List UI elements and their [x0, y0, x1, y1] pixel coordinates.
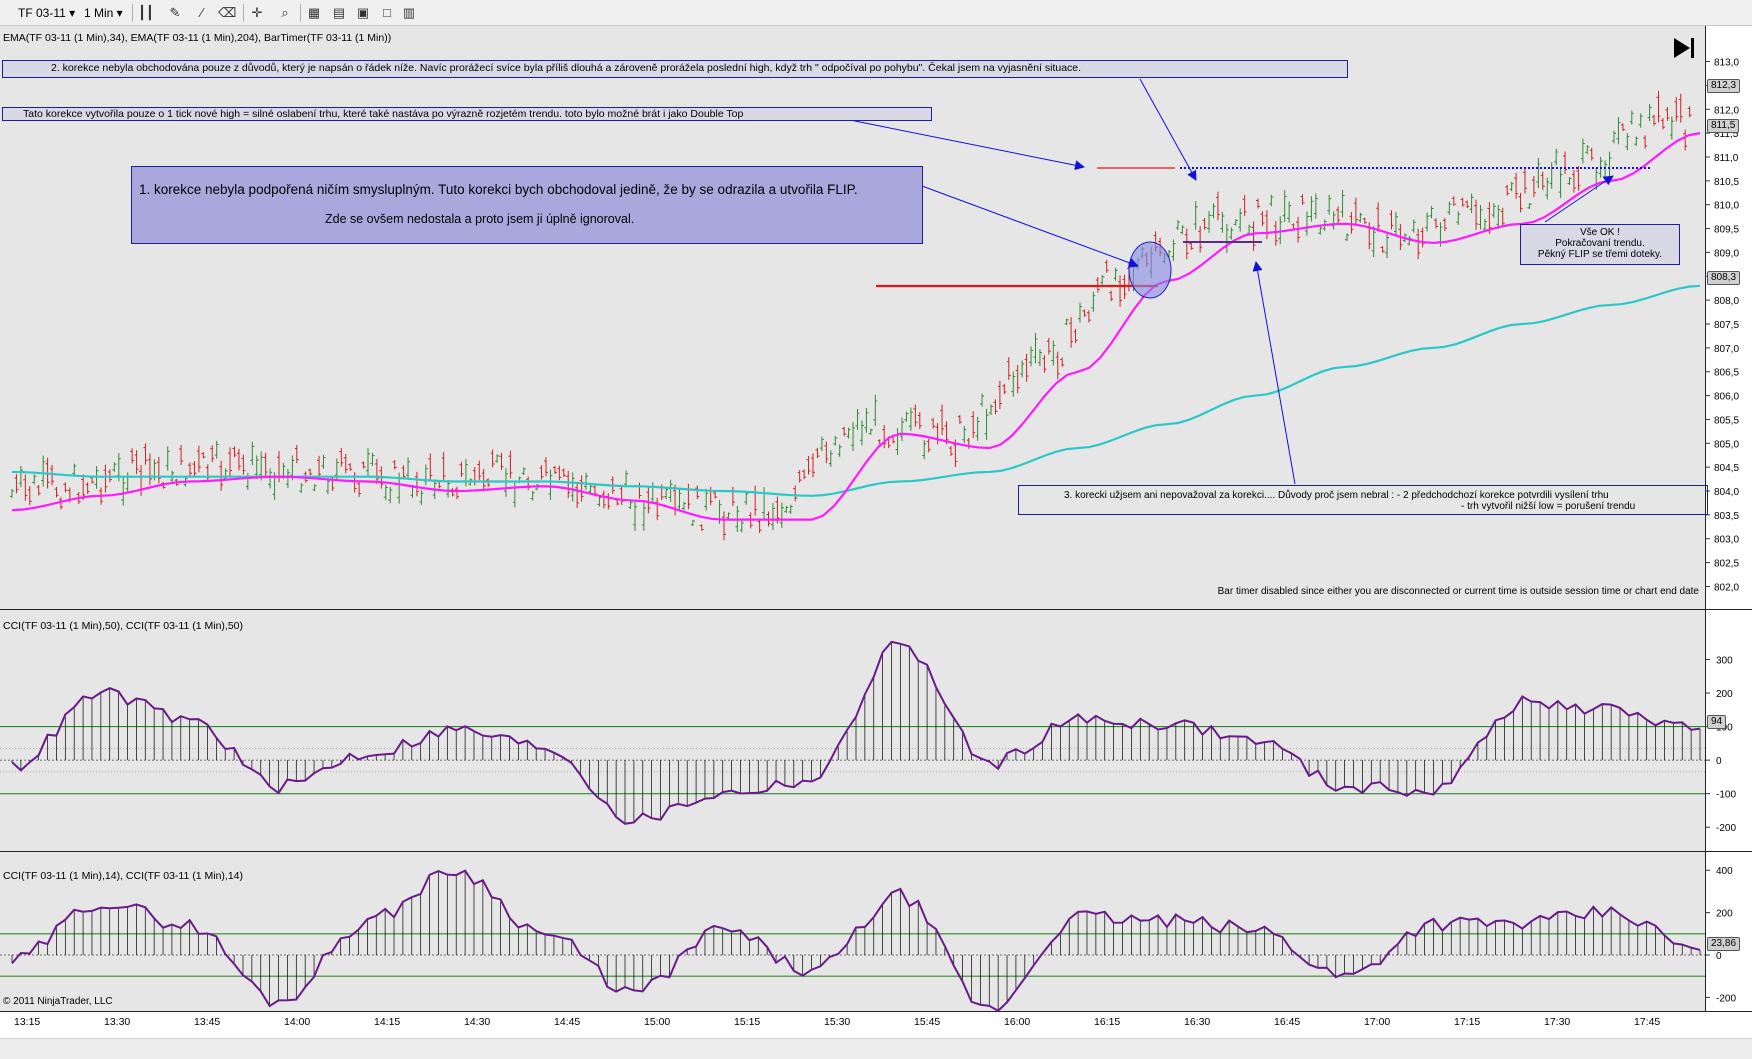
price-tick-label: 809,5 [1714, 225, 1739, 236]
time-tick: 14:30 [464, 1016, 491, 1028]
time-tick: 17:00 [1364, 1016, 1391, 1028]
price-tick-label: 811,0 [1714, 153, 1739, 164]
annotation-correction-1[interactable]: 1. korekce nebyla podpořená ničím smyslu… [131, 166, 923, 244]
properties-icon[interactable]: ▥ [400, 4, 418, 22]
price-indicator-label: EMA(TF 03-11 (1 Min),34), EMA(TF 03-11 (… [3, 32, 392, 44]
annotation-correction-2[interactable]: 2. korekce nebyla obchodována pouze z dů… [2, 60, 1348, 78]
chart-area[interactable]: 813,0812,5812,0811,5811,0810,5810,0809,5… [0, 26, 1752, 1038]
annotation-flip-line3: Pěkný FLIP se třemi doteky. [1537, 249, 1663, 260]
annotation-correction-1-line2: Zde se ovšem nedostala a proto jsem ji ú… [325, 212, 635, 226]
price-tick-label: 805,0 [1714, 439, 1739, 450]
horizontal-scrollbar[interactable] [0, 1038, 1752, 1059]
indicators-icon[interactable]: ▦ [305, 4, 323, 22]
ema204-price-badge: 808,3 [1707, 271, 1741, 285]
price-tick-label: 808,0 [1714, 296, 1739, 307]
cci14-label: CCI(TF 03-11 (1 Min),14), CCI(TF 03-11 (… [3, 870, 243, 882]
time-tick: 14:45 [554, 1016, 581, 1028]
price-tick-label: 813,0 [1714, 58, 1739, 69]
price-tick-label: 812,0 [1714, 105, 1739, 116]
price-tick-label: 804,0 [1714, 487, 1739, 498]
bar-type-icon[interactable]: ┃┃ [137, 4, 155, 22]
time-tick: 14:15 [374, 1016, 401, 1028]
price-tick-label: 806,0 [1714, 392, 1739, 403]
toolbar-divider [132, 4, 133, 22]
cci-tick-label: -200 [1716, 823, 1736, 834]
time-tick: 13:45 [194, 1016, 221, 1028]
toolbar-divider [243, 4, 244, 22]
time-tick: 13:15 [14, 1016, 41, 1028]
data-box-icon[interactable]: □ [378, 4, 396, 22]
price-tick-label: 807,0 [1714, 344, 1739, 355]
time-tick: 16:45 [1274, 1016, 1301, 1028]
price-tick-label: 803,5 [1714, 511, 1739, 522]
time-axis: 13:15 13:30 13:45 14:00 14:15 14:30 14:45 15:00… [0, 1012, 1752, 1038]
time-tick: 15:15 [734, 1016, 761, 1028]
annotation-double-top[interactable]: Tato korekce vytvořila pouze o 1 tick no… [2, 107, 932, 121]
annotation-correction-3[interactable]: 3. korecki užjsem ani nepovažoval za kor… [1018, 485, 1708, 515]
cci-tick-label: 200 [1716, 689, 1733, 700]
annotation-correction-3-line2: - trh vytvořil nižší low = porušení tren… [1461, 501, 1636, 512]
price-tick-label: 809,0 [1714, 248, 1739, 259]
time-tick: 16:30 [1184, 1016, 1211, 1028]
time-tick: 16:00 [1004, 1016, 1031, 1028]
copyright-text: © 2011 NinjaTrader, LLC [3, 996, 113, 1007]
cci-tick-label: -100 [1716, 790, 1736, 801]
time-tick: 17:15 [1454, 1016, 1481, 1028]
annotation-correction-3-line1: 3. korecki užjsem ani nepovažoval za kor… [1064, 490, 1609, 501]
price-tick-label: 805,5 [1714, 415, 1739, 426]
last-price-badge: 812,3 [1707, 79, 1741, 93]
chart-toolbar: TF 03-11 ▾ 1 Min ▾ ┃┃ ✎ ⁄ ⌫ ✛ ⌕ ▦ ▤ ▣ □ … [0, 0, 1752, 26]
chart-trader-icon[interactable]: ▣ [354, 4, 372, 22]
cci-tick-label: -200 [1716, 993, 1736, 1004]
strategies-icon[interactable]: ▤ [330, 4, 348, 22]
time-tick: 15:45 [914, 1016, 941, 1028]
ema34-price-badge: 811,5 [1707, 119, 1740, 133]
time-tick: 15:30 [824, 1016, 851, 1028]
time-tick: 16:15 [1094, 1016, 1121, 1028]
drawing-pencil-icon[interactable]: ✎ [166, 4, 184, 22]
zoom-icon[interactable]: ⌕ [276, 4, 294, 22]
price-tick-label: 806,5 [1714, 368, 1739, 379]
price-tick-label: 807,5 [1714, 320, 1739, 331]
crosshair-icon[interactable]: ✛ [248, 4, 266, 22]
toolbar-divider [300, 4, 301, 22]
time-tick: 14:00 [284, 1016, 311, 1028]
price-tick-label: 802,0 [1714, 582, 1739, 593]
price-tick-label: 810,0 [1714, 201, 1739, 212]
cci-tick-label: 400 [1716, 866, 1733, 877]
cci-tick-label: 200 [1716, 909, 1733, 920]
price-tick-label: 803,0 [1714, 535, 1739, 546]
magic-wand-icon[interactable]: ⁄ [193, 4, 211, 22]
price-tick-label: 802,5 [1714, 559, 1739, 570]
bar-timer-message: Bar timer disabled since either you are … [1217, 586, 1699, 597]
time-tick: 17:30 [1544, 1016, 1571, 1028]
instrument-selector[interactable]: TF 03-11 ▾ [18, 4, 75, 22]
cci14-value-badge: 23,86 [1707, 937, 1741, 951]
time-tick: 15:00 [644, 1016, 671, 1028]
instrument-label: TF 03-11 [18, 6, 66, 20]
annotation-correction-1-line1: 1. korekce nebyla podpořená ničím smyslu… [139, 182, 858, 197]
time-tick: 17:45 [1634, 1016, 1661, 1028]
cci50-label: CCI(TF 03-11 (1 Min),50), CCI(TF 03-11 (… [3, 620, 243, 632]
cci-tick-label: 0 [1716, 951, 1722, 962]
time-tick: 13:30 [104, 1016, 131, 1028]
highlight-ellipse [1128, 241, 1172, 299]
eraser-icon[interactable]: ⌫ [218, 4, 236, 22]
price-tick-label: 810,5 [1714, 177, 1739, 188]
cci50-value-badge: 94 [1707, 715, 1727, 729]
cci-tick-label: 0 [1716, 756, 1722, 767]
cci-tick-label: 300 [1716, 655, 1733, 666]
price-tick-label: 804,5 [1714, 463, 1739, 474]
annotation-flip-line2: Pokračovaní trendu. [1555, 238, 1645, 249]
annotation-flip-line1: Vše OK ! [1579, 227, 1620, 238]
period-selector[interactable]: 1 Min ▾ [84, 4, 123, 22]
cci50-panel-bg [0, 610, 1705, 851]
period-label: 1 Min [84, 6, 114, 20]
annotation-flip-ok[interactable]: Vše OK ! Pokračovaní trendu. Pěkný FLIP … [1520, 224, 1680, 265]
